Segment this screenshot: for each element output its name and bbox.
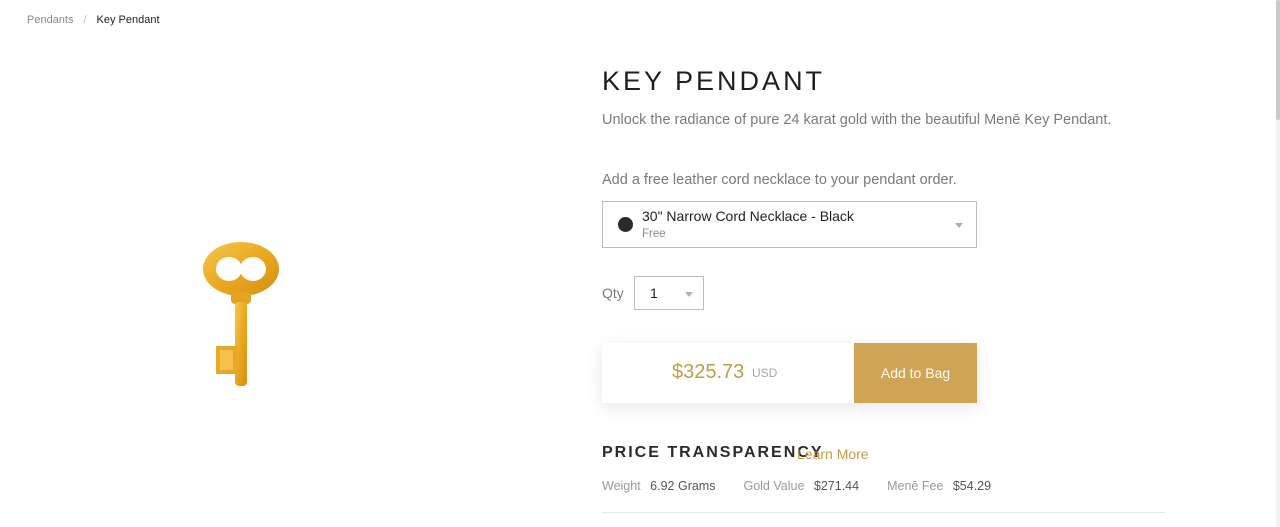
spec-label: Weight	[602, 479, 641, 493]
add-to-bag-button[interactable]: Add to Bag	[854, 343, 977, 403]
qty-label: Qty	[602, 285, 624, 301]
spec-label: Gold Value	[743, 479, 805, 493]
product-image	[190, 236, 290, 396]
cord-color-swatch	[618, 217, 633, 232]
spec-value: 6.92 Grams	[650, 479, 716, 493]
breadcrumb-separator: /	[83, 14, 87, 26]
gold-key-image	[203, 242, 279, 386]
cord-option-price: Free	[642, 228, 666, 240]
learn-more-link[interactable]: Learn More	[797, 446, 869, 462]
spec-gold-value: Gold Value $271.44	[743, 479, 859, 493]
product-description: Unlock the radiance of pure 24 karat gol…	[602, 112, 1112, 128]
cord-option-name: 30" Narrow Cord Necklace - Black	[642, 208, 854, 224]
product-title: KEY PENDANT	[602, 66, 826, 96]
price-breakdown: Weight 6.92 Grams Gold Value $271.44 Men…	[602, 479, 1019, 493]
spec-mene-fee: Menē Fee $54.29	[887, 479, 991, 493]
scrollbar-thumb[interactable]	[1276, 0, 1280, 120]
qty-select[interactable]: 1	[634, 276, 704, 310]
qty-value: 1	[650, 285, 658, 301]
breadcrumb-current: Key Pendant	[96, 14, 160, 26]
purchase-box: $325.73 USD Add to Bag	[602, 343, 977, 403]
chevron-down-icon	[955, 223, 963, 228]
product-page: Pendants / Key Pendant KEY PENDANT Unloc…	[0, 0, 1280, 527]
spec-value: $54.29	[952, 479, 992, 493]
product-price: $325.73	[672, 361, 745, 383]
price-currency: USD	[752, 366, 778, 380]
price-transparency-title: PRICE TRANSPARENCY	[602, 444, 824, 461]
cord-prompt: Add a free leather cord necklace to your…	[602, 172, 957, 188]
page-scrollbar[interactable]	[1276, 0, 1280, 527]
spec-value: $271.44	[813, 479, 860, 493]
breadcrumb-link-pendants[interactable]: Pendants	[27, 14, 73, 26]
chevron-down-icon	[685, 292, 693, 297]
breadcrumb: Pendants / Key Pendant	[27, 14, 160, 26]
spec-label: Menē Fee	[887, 479, 944, 493]
section-divider	[602, 512, 1165, 513]
spec-weight: Weight 6.92 Grams	[602, 479, 715, 493]
cord-necklace-select[interactable]: 30" Narrow Cord Necklace - Black Free	[602, 201, 977, 248]
